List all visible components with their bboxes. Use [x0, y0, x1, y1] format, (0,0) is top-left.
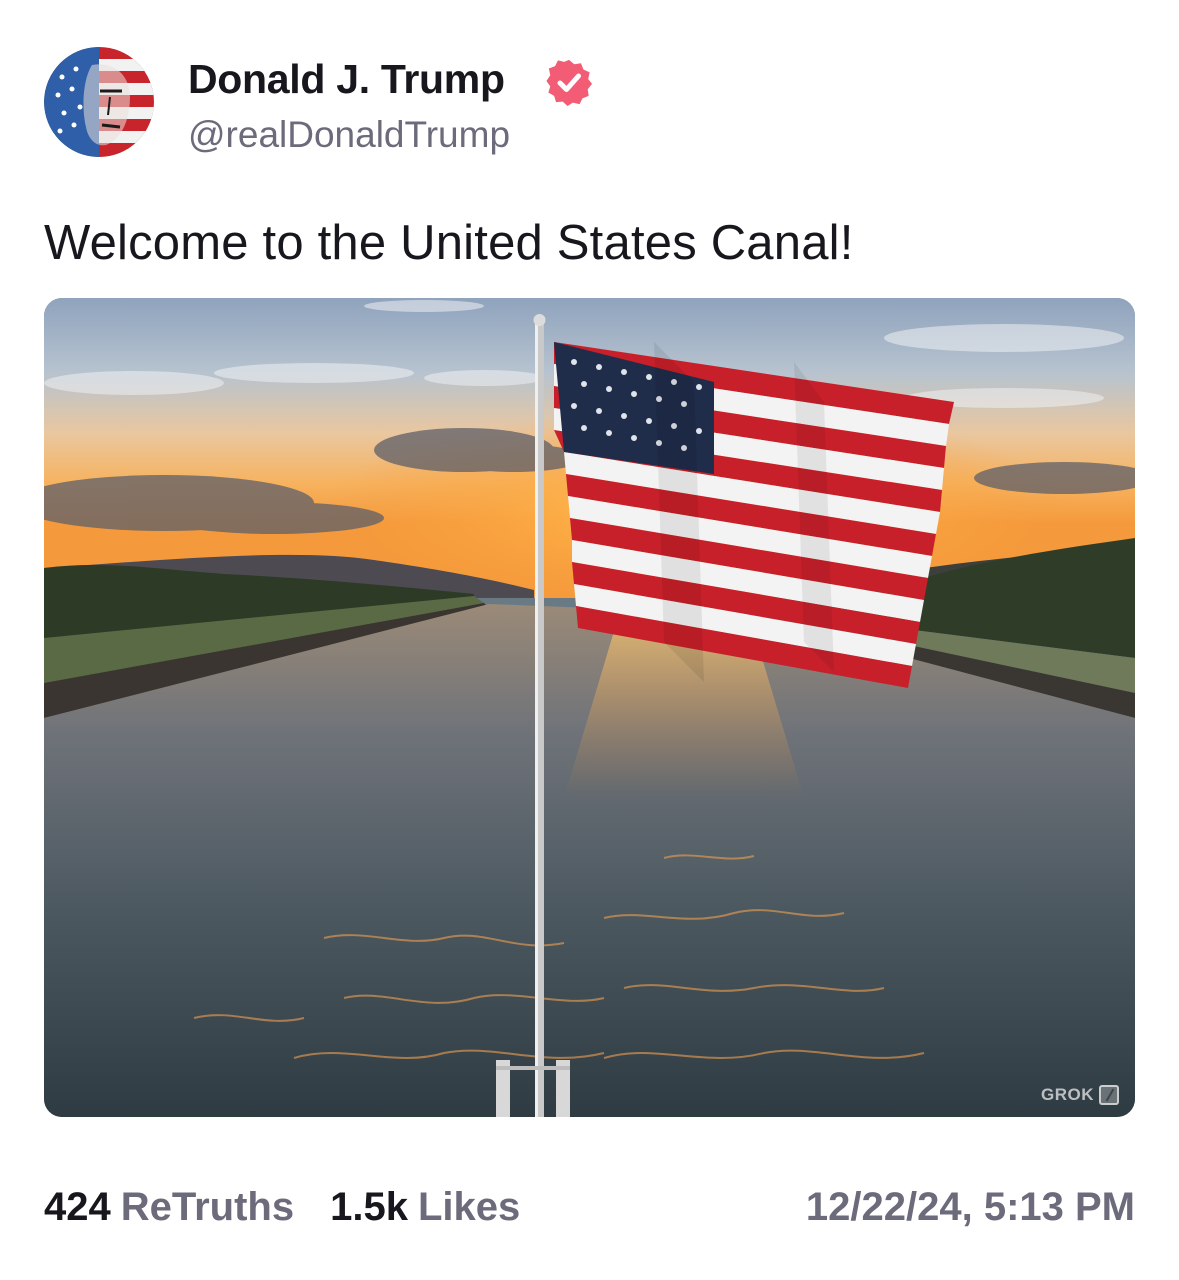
grok-logo-icon [1099, 1085, 1119, 1105]
likes-link[interactable]: 1.5k Likes [330, 1185, 520, 1230]
retruths-label: ReTruths [120, 1185, 295, 1229]
verified-badge-icon [546, 59, 593, 106]
post-text: Welcome to the United States Canal! [44, 216, 854, 270]
likes-count: 1.5k [330, 1185, 408, 1229]
retruths-link[interactable]: 424 ReTruths [44, 1185, 294, 1230]
post-stats: 424 ReTruths 1.5k Likes [44, 1185, 520, 1230]
grok-watermark: GROK [1041, 1085, 1119, 1105]
display-name[interactable]: Donald J. Trump [188, 56, 505, 103]
retruths-count: 424 [44, 1185, 111, 1229]
post-image[interactable]: GROK [44, 298, 1135, 1117]
watermark-label: GROK [1041, 1085, 1094, 1104]
canal-sunset-flag-image [44, 298, 1135, 1117]
post-timestamp[interactable]: 12/22/24, 5:13 PM [806, 1185, 1135, 1230]
user-handle[interactable]: @realDonaldTrump [188, 114, 510, 156]
likes-label: Likes [417, 1185, 521, 1229]
flag-portrait-avatar-icon [44, 47, 154, 157]
avatar[interactable] [44, 47, 154, 157]
